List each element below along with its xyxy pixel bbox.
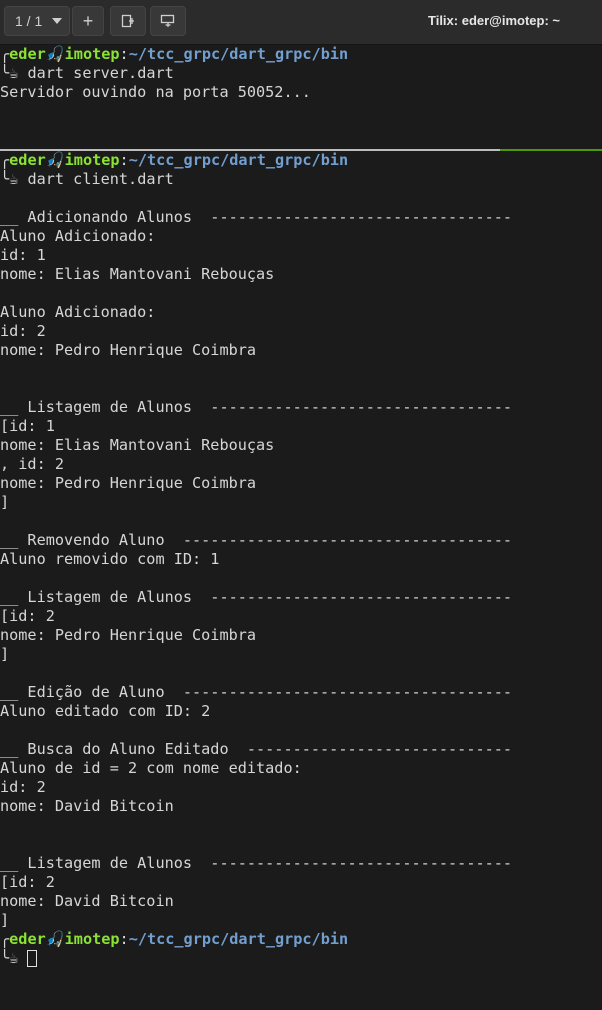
output-line: nome: Elias Mantovani Rebouças <box>0 265 275 283</box>
prompt-host: imotep <box>64 151 120 169</box>
session-count-label: 1 / 1 <box>15 13 43 29</box>
prompt-bracket-top: ╭ <box>0 151 10 169</box>
output-line: __ Busca do Aluno Editado --------------… <box>0 740 513 758</box>
prompt-separator: : <box>119 151 129 169</box>
command-line: ╰☕ dart client.dart <box>0 170 602 189</box>
output-line: id: 2 <box>0 322 46 340</box>
text-cursor[interactable] <box>27 950 38 967</box>
prompt-host: imotep <box>64 930 120 948</box>
prompt-user: eder <box>9 151 46 169</box>
prompt-separator: : <box>119 45 129 63</box>
output-line: nome: Pedro Henrique Coimbra <box>0 474 257 492</box>
output-line: Aluno removido com ID: 1 <box>0 550 220 568</box>
command-line: ╰☕ dart server.dart <box>0 64 602 83</box>
session-switcher-button[interactable]: 1 / 1 <box>4 6 70 36</box>
prompt-path: ~/tcc_grpc/dart_grpc/bin <box>128 930 349 948</box>
output-line: __ Edição de Aluno ---------------------… <box>0 683 513 701</box>
prompt-line: ╭eder🎣imotep:~/tcc_grpc/dart_grpc/bin <box>0 151 602 170</box>
fishing-icon: 🎣 <box>45 45 65 63</box>
prompt-bracket-top: ╭ <box>0 45 10 63</box>
command-text: dart server.dart <box>27 64 174 82</box>
prompt-user: eder <box>9 930 46 948</box>
prompt-path: ~/tcc_grpc/dart_grpc/bin <box>128 151 349 169</box>
output-line: nome: David Bitcoin <box>0 892 174 910</box>
coffee-icon: ☕ <box>9 64 19 82</box>
output-line: nome: Pedro Henrique Coimbra <box>0 341 257 359</box>
output-line: ] <box>0 911 10 929</box>
output-line: ] <box>0 645 10 663</box>
output-line: __ Listagem de Alunos ------------------… <box>0 588 513 606</box>
output-line: __ Adicionando Alunos ------------------… <box>0 208 513 226</box>
terminal-output: __ Adicionando Alunos ------------------… <box>0 189 602 930</box>
split-right-button[interactable] <box>110 6 146 36</box>
split-right-icon <box>121 14 134 28</box>
output-line: Aluno de id = 2 com nome editado: <box>0 759 302 777</box>
terminal-pane-top[interactable]: ╭eder🎣imotep:~/tcc_grpc/dart_grpc/bin ╰☕… <box>0 45 602 149</box>
output-line: id: 2 <box>0 778 46 796</box>
prompt-bracket-bottom: ╰ <box>0 949 10 967</box>
output-line: , id: 2 <box>0 455 65 473</box>
output-line: [id: 1 <box>0 417 55 435</box>
output-line: [id: 2 <box>0 873 55 891</box>
chevron-down-icon <box>52 18 63 24</box>
terminal-output: Servidor ouvindo na porta 50052... <box>0 83 602 102</box>
prompt-line: ╭eder🎣imotep:~/tcc_grpc/dart_grpc/bin <box>0 45 602 64</box>
add-session-button[interactable]: + <box>72 6 104 36</box>
window-title: Tilix: eder@imotep: ~ <box>428 13 560 28</box>
coffee-icon: ☕ <box>9 170 19 188</box>
plus-icon: + <box>82 10 94 31</box>
output-line: nome: Elias Mantovani Rebouças <box>0 436 275 454</box>
split-down-button[interactable] <box>150 6 186 36</box>
coffee-icon: ☕ <box>9 949 19 967</box>
prompt-bracket-bottom: ╰ <box>0 64 10 82</box>
split-down-icon <box>160 14 175 27</box>
prompt-user: eder <box>9 45 46 63</box>
output-line: Aluno editado com ID: 2 <box>0 702 211 720</box>
prompt-path: ~/tcc_grpc/dart_grpc/bin <box>128 45 349 63</box>
output-line: Aluno Adicionado: <box>0 303 156 321</box>
prompt-bracket-top: ╭ <box>0 930 10 948</box>
prompt-separator: : <box>119 930 129 948</box>
command-text: dart client.dart <box>27 170 174 188</box>
output-line: nome: Pedro Henrique Coimbra <box>0 626 257 644</box>
output-line: Servidor ouvindo na porta 50052... <box>0 83 311 101</box>
fishing-icon: 🎣 <box>45 151 65 169</box>
fishing-icon: 🎣 <box>45 930 65 948</box>
prompt-bracket-bottom: ╰ <box>0 170 10 188</box>
output-line: __ Listagem de Alunos ------------------… <box>0 398 513 416</box>
output-line: nome: David Bitcoin <box>0 797 174 815</box>
output-line: ] <box>0 493 10 511</box>
output-line: __ Removendo Aluno ---------------------… <box>0 531 513 549</box>
terminal-pane-bottom[interactable]: ╭eder🎣imotep:~/tcc_grpc/dart_grpc/bin ╰☕… <box>0 151 602 1010</box>
title-bar: 1 / 1 + Tilix: eder@imotep: ~ <box>0 0 602 45</box>
output-line: Aluno Adicionado: <box>0 227 156 245</box>
command-line[interactable]: ╰☕ <box>0 949 602 968</box>
prompt-host: imotep <box>64 45 120 63</box>
output-line: id: 1 <box>0 246 46 264</box>
output-line: __ Listagem de Alunos ------------------… <box>0 854 513 872</box>
prompt-line: ╭eder🎣imotep:~/tcc_grpc/dart_grpc/bin <box>0 930 602 949</box>
output-line: [id: 2 <box>0 607 55 625</box>
